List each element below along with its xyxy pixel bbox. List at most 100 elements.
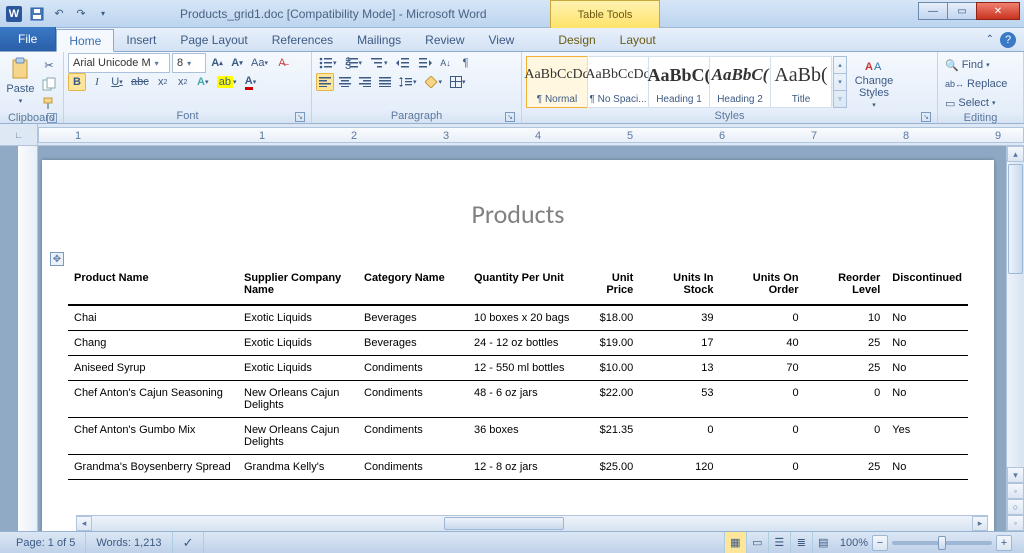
table-row[interactable]: ChaiExotic LiquidsBeverages10 boxes x 20… <box>68 305 968 331</box>
style-heading1[interactable]: AaBbC(Heading 1 <box>648 56 710 108</box>
justify-button[interactable] <box>376 73 394 91</box>
tab-home[interactable]: Home <box>56 29 114 52</box>
table-row[interactable]: ChangExotic LiquidsBeverages24 - 12 oz b… <box>68 331 968 356</box>
borders-button[interactable]: ▾ <box>447 73 469 91</box>
status-words[interactable]: Words: 1,213 <box>86 532 172 553</box>
table-cell[interactable]: 13 <box>639 356 719 381</box>
table-cell[interactable]: Chef Anton's Gumbo Mix <box>68 418 238 455</box>
table-cell[interactable]: Exotic Liquids <box>238 331 358 356</box>
table-cell[interactable]: 24 - 12 oz bottles <box>468 331 578 356</box>
table-cell[interactable]: 70 <box>720 356 805 381</box>
help-icon[interactable]: ? <box>1000 32 1016 48</box>
highlight-button[interactable]: ab▾ <box>214 73 240 91</box>
zoom-in-button[interactable]: + <box>996 535 1012 551</box>
vscroll-thumb[interactable] <box>1008 164 1023 274</box>
table-cell[interactable]: $22.00 <box>578 381 639 418</box>
copy-button[interactable] <box>39 75 59 93</box>
draft-view-icon[interactable]: ▤ <box>812 532 834 553</box>
font-size-combo[interactable]: 8▾ <box>172 53 206 73</box>
maximize-button[interactable]: ▭ <box>947 2 977 20</box>
save-icon[interactable] <box>28 5 46 23</box>
styles-gallery-scroll[interactable]: ▴▾▿ <box>833 56 847 108</box>
table-cell[interactable]: 17 <box>639 331 719 356</box>
cut-button[interactable]: ✂ <box>39 56 59 74</box>
table-cell[interactable]: Condiments <box>358 356 468 381</box>
table-cell[interactable]: 0 <box>639 418 719 455</box>
strikethrough-button[interactable]: abc <box>128 73 152 91</box>
hscroll-thumb[interactable] <box>444 517 564 530</box>
style-heading2[interactable]: AaBbC(Heading 2 <box>709 56 771 108</box>
table-cell[interactable]: 40 <box>720 331 805 356</box>
close-button[interactable]: ✕ <box>976 2 1020 20</box>
change-styles-button[interactable]: AA Change Styles▾ <box>849 55 899 109</box>
table-cell[interactable]: 10 boxes x 20 bags <box>468 305 578 331</box>
tab-table-layout[interactable]: Layout <box>608 28 668 51</box>
table-cell[interactable]: New Orleans Cajun Delights <box>238 381 358 418</box>
zoom-slider[interactable] <box>892 541 992 545</box>
status-page[interactable]: Page: 1 of 5 <box>6 532 86 553</box>
table-cell[interactable]: 0 <box>720 418 805 455</box>
table-row[interactable]: Aniseed SyrupExotic LiquidsCondiments12 … <box>68 356 968 381</box>
decrease-indent-button[interactable] <box>393 54 413 72</box>
font-color-button[interactable]: A▾ <box>242 73 260 91</box>
clipboard-dialog-launcher[interactable]: ↘ <box>47 113 57 123</box>
table-cell[interactable]: $18.00 <box>578 305 639 331</box>
tab-view[interactable]: View <box>477 28 527 51</box>
table-header[interactable]: Unit Price <box>578 268 639 305</box>
table-cell[interactable]: Yes <box>886 418 968 455</box>
styles-dialog-launcher[interactable]: ↘ <box>921 112 931 122</box>
table-cell[interactable]: 25 <box>805 331 887 356</box>
table-cell[interactable]: 39 <box>639 305 719 331</box>
style-no-spacing[interactable]: AaBbCcDd¶ No Spaci... <box>587 56 649 108</box>
grow-font-button[interactable]: A▴ <box>208 54 226 72</box>
zoom-level[interactable]: 100% <box>840 537 868 549</box>
tab-review[interactable]: Review <box>413 28 476 51</box>
table-cell[interactable]: Grandma's Boysenberry Spread <box>68 455 238 480</box>
page[interactable]: Products ✥ Product NameSupplier Company … <box>42 160 994 531</box>
table-row[interactable]: Chef Anton's Gumbo MixNew Orleans Cajun … <box>68 418 968 455</box>
table-cell[interactable]: 10 <box>805 305 887 331</box>
table-header[interactable]: Product Name <box>68 268 238 305</box>
table-cell[interactable]: 12 - 8 oz jars <box>468 455 578 480</box>
table-cell[interactable]: Exotic Liquids <box>238 356 358 381</box>
table-header[interactable]: Units On Order <box>720 268 805 305</box>
table-cell[interactable]: New Orleans Cajun Delights <box>238 418 358 455</box>
table-header[interactable]: Units In Stock <box>639 268 719 305</box>
find-button[interactable]: 🔍Find▾ <box>942 56 1019 74</box>
scroll-down-icon[interactable]: ▾ <box>1007 467 1024 483</box>
zoom-slider-thumb[interactable] <box>938 536 946 550</box>
change-case-button[interactable]: Aa▾ <box>248 54 271 72</box>
table-cell[interactable]: $19.00 <box>578 331 639 356</box>
document-heading[interactable]: Products <box>68 198 968 230</box>
tab-page-layout[interactable]: Page Layout <box>168 28 259 51</box>
align-right-button[interactable] <box>356 73 374 91</box>
superscript-button[interactable]: x2 <box>174 73 192 91</box>
align-center-button[interactable] <box>336 73 354 91</box>
show-hide-button[interactable]: ¶ <box>457 54 475 72</box>
file-tab[interactable]: File <box>0 27 56 51</box>
bullets-button[interactable]: ▾ <box>316 54 340 72</box>
table-cell[interactable]: No <box>886 331 968 356</box>
scroll-up-icon[interactable]: ▴ <box>1007 146 1024 162</box>
table-cell[interactable]: Condiments <box>358 418 468 455</box>
table-cell[interactable]: Beverages <box>358 331 468 356</box>
table-row[interactable]: Chef Anton's Cajun SeasoningNew Orleans … <box>68 381 968 418</box>
table-cell[interactable]: Chang <box>68 331 238 356</box>
style-title[interactable]: AaBb(Title <box>770 56 832 108</box>
table-cell[interactable]: Grandma Kelly's <box>238 455 358 480</box>
horizontal-ruler[interactable]: 1123456789 <box>38 127 1024 143</box>
table-cell[interactable]: 0 <box>720 381 805 418</box>
tab-references[interactable]: References <box>260 28 345 51</box>
zoom-out-button[interactable]: − <box>872 535 888 551</box>
scroll-right-icon[interactable]: ▸ <box>972 516 988 531</box>
numbering-button[interactable]: 123▾ <box>342 54 366 72</box>
full-screen-view-icon[interactable]: ▭ <box>746 532 768 553</box>
table-cell[interactable]: No <box>886 356 968 381</box>
subscript-button[interactable]: x2 <box>154 73 172 91</box>
text-effects-button[interactable]: A▾ <box>194 73 212 91</box>
table-cell[interactable]: No <box>886 455 968 480</box>
redo-icon[interactable]: ↷ <box>72 5 90 23</box>
shrink-font-button[interactable]: A▾ <box>228 54 246 72</box>
table-cell[interactable]: 36 boxes <box>468 418 578 455</box>
web-layout-view-icon[interactable]: ☰ <box>768 532 790 553</box>
